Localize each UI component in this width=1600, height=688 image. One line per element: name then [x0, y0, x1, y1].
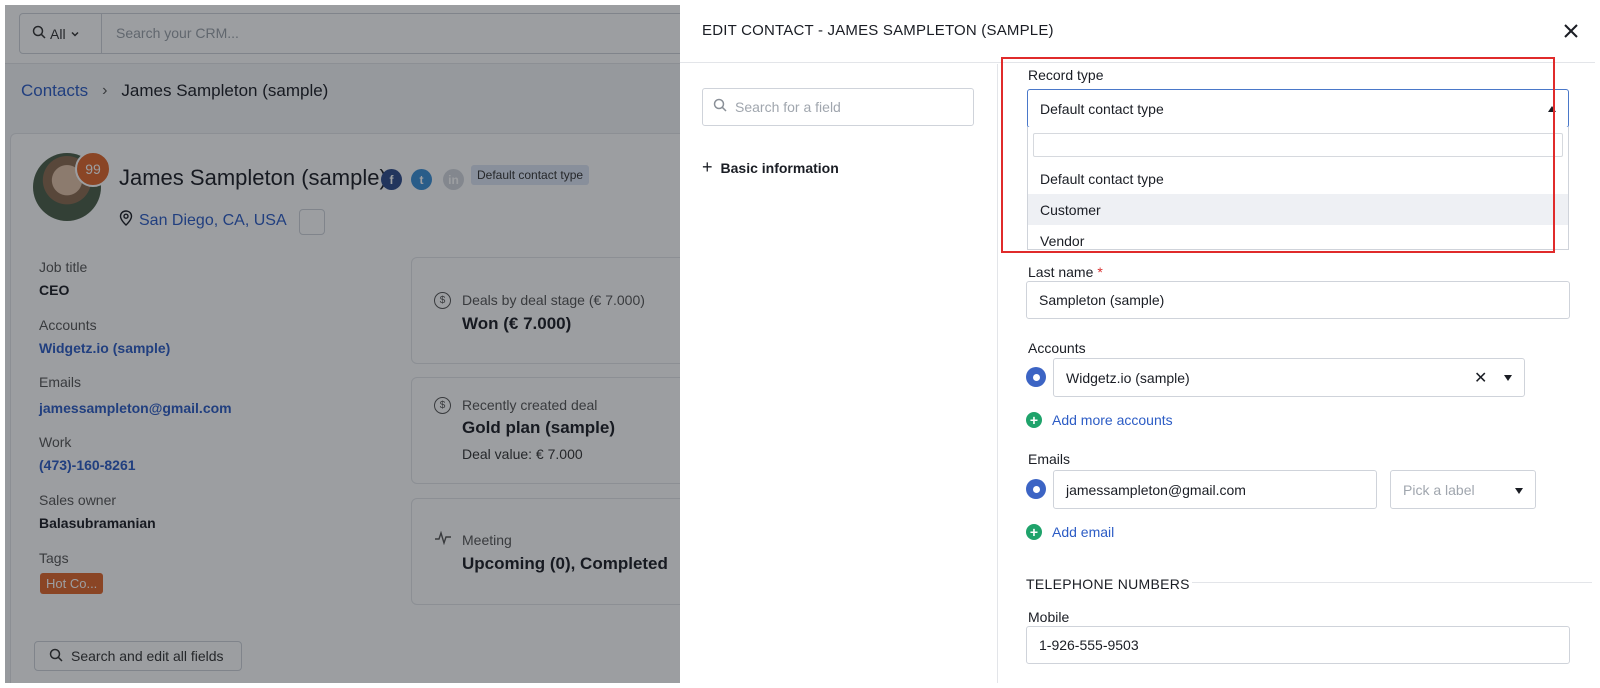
email-label-placeholder: Pick a label: [1403, 481, 1475, 498]
email-label-select[interactable]: Pick a label: [1390, 470, 1536, 509]
accounts-label: Accounts: [1028, 340, 1086, 356]
clear-icon[interactable]: ✕: [1474, 368, 1487, 388]
highlight-box: [1001, 57, 1555, 253]
telephone-section-heading: TELEPHONE NUMBERS: [1026, 576, 1190, 592]
modal-backdrop[interactable]: [5, 5, 680, 683]
plus-icon: +: [702, 157, 713, 177]
add-more-accounts-link[interactable]: + Add more accounts: [1026, 412, 1173, 428]
panel-title: EDIT CONTACT - JAMES SAMPLETON (SAMPLE): [702, 22, 1054, 39]
emails-label: Emails: [1028, 451, 1071, 467]
section-nav-label: Basic information: [720, 159, 839, 176]
close-icon[interactable]: [1563, 19, 1579, 45]
last-name-label: Last name *: [1028, 264, 1103, 280]
search-icon: [713, 98, 727, 117]
required-mark: *: [1097, 264, 1103, 280]
accounts-select[interactable]: Widgetz.io (sample) ✕: [1053, 358, 1525, 397]
add-more-accounts-label: Add more accounts: [1052, 412, 1173, 428]
section-divider: [1192, 582, 1592, 583]
section-nav-basic-information[interactable]: + Basic information: [702, 157, 839, 178]
caret-down-icon: [1504, 375, 1512, 381]
last-name-field[interactable]: Sampleton (sample): [1026, 281, 1570, 319]
primary-email-radio[interactable]: [1026, 479, 1046, 499]
add-email-link[interactable]: + Add email: [1026, 524, 1114, 540]
caret-down-icon: [1515, 488, 1523, 494]
panel-header: EDIT CONTACT - JAMES SAMPLETON (SAMPLE): [680, 5, 1595, 63]
add-email-label: Add email: [1052, 524, 1115, 540]
add-icon: +: [1026, 412, 1042, 428]
panel-column-divider: [997, 64, 998, 683]
field-search-input[interactable]: [735, 99, 965, 115]
accounts-value: Widgetz.io (sample): [1066, 369, 1190, 386]
edit-contact-panel: EDIT CONTACT - JAMES SAMPLETON (SAMPLE) …: [680, 5, 1595, 683]
field-search[interactable]: [702, 88, 974, 126]
email-field[interactable]: jamessampleton@gmail.com: [1053, 470, 1377, 509]
primary-account-radio[interactable]: [1026, 367, 1046, 387]
add-icon: +: [1026, 524, 1042, 540]
mobile-field[interactable]: 1-926-555-9503: [1026, 626, 1570, 664]
mobile-label: Mobile: [1028, 609, 1070, 625]
